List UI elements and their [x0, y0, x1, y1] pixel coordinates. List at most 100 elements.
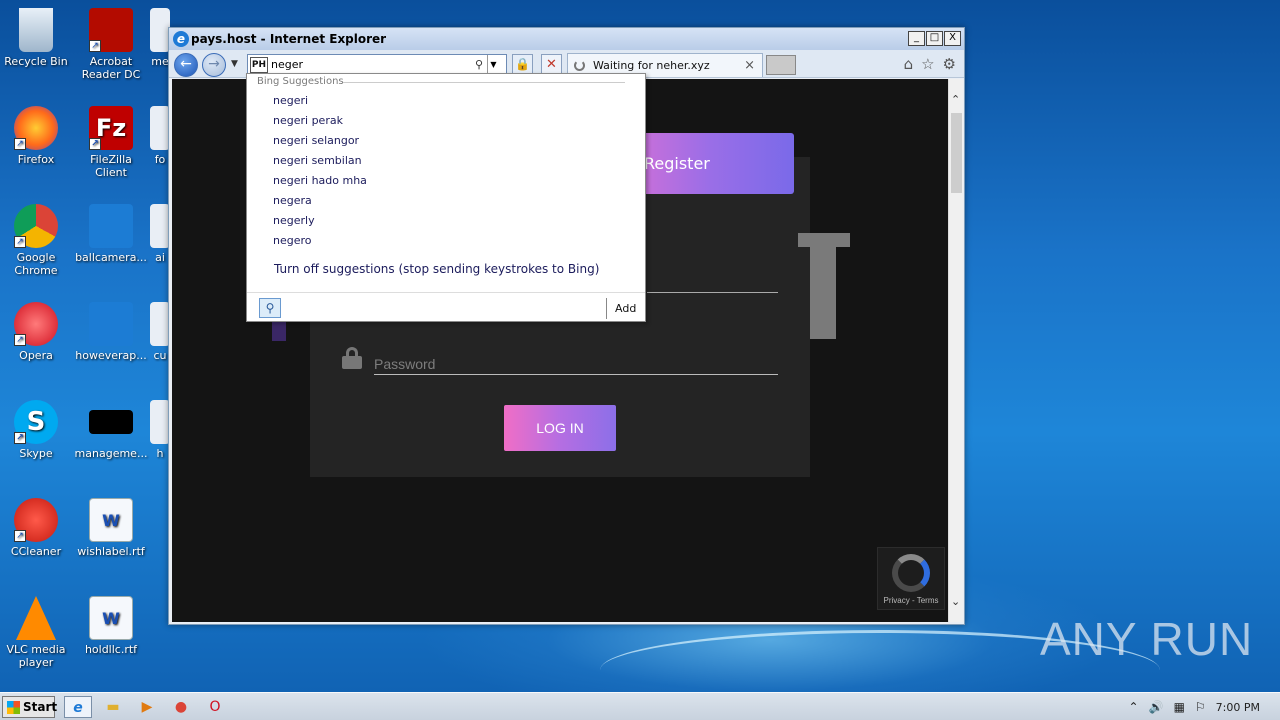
media-player-icon: ▶	[141, 699, 153, 715]
address-bar: PH ⚲ ▼	[247, 54, 507, 75]
taskbar-explorer[interactable]: ▬	[99, 696, 127, 718]
ccleaner-icon: ↗	[14, 498, 58, 542]
chrome-icon: ↗	[14, 204, 58, 248]
desktop-icon-partial-1[interactable]: me	[150, 8, 170, 68]
settings-gear-icon[interactable]: ⚙	[943, 55, 956, 73]
minimize-button[interactable]: _	[908, 31, 925, 46]
suggestion-item[interactable]: negeri sembilan	[273, 154, 362, 167]
desktop-icon-acrobat[interactable]: ↗ Acrobat Reader DC	[73, 8, 149, 81]
password-input[interactable]	[374, 353, 778, 375]
desktop-icon-label: VLC media player	[6, 643, 66, 669]
desktop-icon-label: CCleaner	[10, 545, 62, 558]
desktop-icon-recycle-bin[interactable]: Recycle Bin	[0, 8, 74, 68]
document-icon	[150, 106, 170, 150]
favorites-star-icon[interactable]: ☆	[921, 55, 934, 73]
address-dropdown-button[interactable]: ▼	[487, 55, 499, 74]
window-title: pays.host - Internet Explorer	[191, 32, 387, 46]
volume-icon[interactable]: 🔊	[1149, 700, 1164, 714]
tab-title: Waiting for neher.xyz	[593, 59, 710, 72]
network-icon[interactable]: ▦	[1174, 700, 1185, 714]
word-document-icon: W	[89, 596, 133, 640]
desktop-icon-manageme[interactable]: manageme...	[73, 400, 149, 460]
desktop-icon-label: ai	[155, 251, 165, 264]
desktop-icon-label: FileZilla Client	[90, 153, 132, 179]
desktop-icon-firefox[interactable]: ↗ Firefox	[0, 106, 74, 166]
search-icon[interactable]: ⚲	[471, 58, 487, 71]
window-controls: _ □ X	[908, 31, 961, 46]
desktop-icon-label: Skype	[19, 447, 53, 460]
suggestion-item[interactable]: negeri	[273, 94, 308, 107]
suggestion-item[interactable]: negeri hado mha	[273, 174, 367, 187]
clock[interactable]: 7:00 PM	[1216, 701, 1260, 714]
maximize-button[interactable]: □	[926, 31, 943, 46]
desktop-icon-wishlabel[interactable]: W wishlabel.rtf	[73, 498, 149, 558]
desktop-icon-chrome[interactable]: ↗ Google Chrome	[0, 204, 74, 277]
desktop-icon-label: holdllc.rtf	[84, 643, 138, 656]
desktop-icon-ballcamera[interactable]: ballcamera...	[73, 204, 149, 264]
back-button[interactable]: ←	[174, 53, 198, 77]
action-center-flag-icon[interactable]: ⚐	[1195, 700, 1206, 714]
desktop-icon-label: manageme...	[74, 447, 148, 460]
desktop-icon-skype[interactable]: S ↗ Skype	[0, 400, 74, 460]
toolbar-right: ⌂ ☆ ⚙	[904, 55, 956, 73]
lock-icon[interactable]: 🔒	[512, 54, 533, 75]
password-lock-icon	[342, 347, 362, 369]
suggestion-item[interactable]: negeri selangor	[273, 134, 359, 147]
taskbar-opera[interactable]: O	[201, 696, 229, 718]
home-icon[interactable]: ⌂	[904, 55, 914, 73]
desktop-icon-vlc[interactable]: VLC media player	[0, 596, 74, 669]
suggestion-item[interactable]: negeri perak	[273, 114, 343, 127]
recaptcha-links[interactable]: Privacy - Terms	[878, 596, 944, 605]
register-button[interactable]: Register	[622, 133, 794, 194]
desktop-icon-label: howeverap...	[75, 349, 147, 362]
forward-button[interactable]: →	[202, 53, 226, 77]
desktop-icon-opera[interactable]: ↗ Opera	[0, 302, 74, 362]
taskbar-ie[interactable]: e	[64, 696, 92, 718]
desktop-icon-label: cu	[153, 349, 167, 362]
search-provider-icon[interactable]: ⚲	[259, 298, 281, 318]
tab-close-icon[interactable]: ×	[744, 58, 755, 73]
login-button[interactable]: LOG IN	[504, 405, 616, 451]
history-dropdown-icon[interactable]: ▼	[231, 59, 238, 69]
tray-expand-icon[interactable]: ⌃	[1129, 700, 1139, 714]
windows-logo-icon	[7, 701, 20, 714]
desktop-icon-partial-5[interactable]: h	[150, 400, 170, 460]
new-tab-button[interactable]	[766, 55, 796, 75]
desktop-icon-partial-3[interactable]: ai	[150, 204, 170, 264]
scroll-thumb[interactable]	[951, 113, 962, 193]
taskbar-chrome[interactable]: ●	[167, 696, 195, 718]
suggestion-item[interactable]: negero	[273, 234, 312, 247]
desktop-icon-partial-4[interactable]: cu	[150, 302, 170, 362]
stop-button[interactable]: ✕	[541, 54, 562, 75]
scroll-down-icon[interactable]: ⌄	[951, 595, 960, 608]
address-input[interactable]	[271, 58, 471, 71]
logo-letter-graphic	[798, 233, 850, 339]
add-provider-button[interactable]: Add	[615, 302, 636, 315]
system-tray: ⌃ 🔊 ▦ ⚐ 7:00 PM	[1129, 693, 1280, 720]
vertical-scrollbar[interactable]: ⌃ ⌄	[948, 79, 963, 622]
desktop-icon-partial-2[interactable]: fo	[150, 106, 170, 166]
skype-icon: S ↗	[14, 400, 58, 444]
suggestion-item[interactable]: negera	[273, 194, 312, 207]
desktop-icon-holdllc[interactable]: W holdllc.rtf	[73, 596, 149, 656]
taskbar-media-player[interactable]: ▶	[133, 696, 161, 718]
recaptcha-badge[interactable]: Privacy - Terms	[877, 547, 945, 610]
desktop-icon-howeverap[interactable]: howeverap...	[73, 302, 149, 362]
desktop-icon-label: me	[151, 55, 169, 68]
desktop-icon-label: Google Chrome	[14, 251, 58, 277]
desktop-icon-label: ballcamera...	[75, 251, 147, 264]
start-button[interactable]: Start	[2, 696, 57, 718]
turn-off-suggestions-link[interactable]: Turn off suggestions (stop sending keyst…	[274, 262, 599, 276]
document-icon	[150, 302, 170, 346]
suggestion-item[interactable]: negerly	[273, 214, 315, 227]
desktop-icon-ccleaner[interactable]: ↗ CCleaner	[0, 498, 74, 558]
username-field-underline[interactable]	[647, 292, 778, 293]
desktop-icon-filezilla[interactable]: Fz ↗ FileZilla Client	[73, 106, 149, 179]
divider	[606, 298, 607, 319]
watermark-text: ANY RUN	[1040, 613, 1254, 665]
ie-icon: e	[73, 700, 83, 716]
close-button[interactable]: X	[944, 31, 961, 46]
scroll-up-icon[interactable]: ⌃	[951, 93, 960, 106]
opera-icon: O	[209, 699, 221, 715]
window-titlebar[interactable]: e pays.host - Internet Explorer	[169, 28, 964, 50]
